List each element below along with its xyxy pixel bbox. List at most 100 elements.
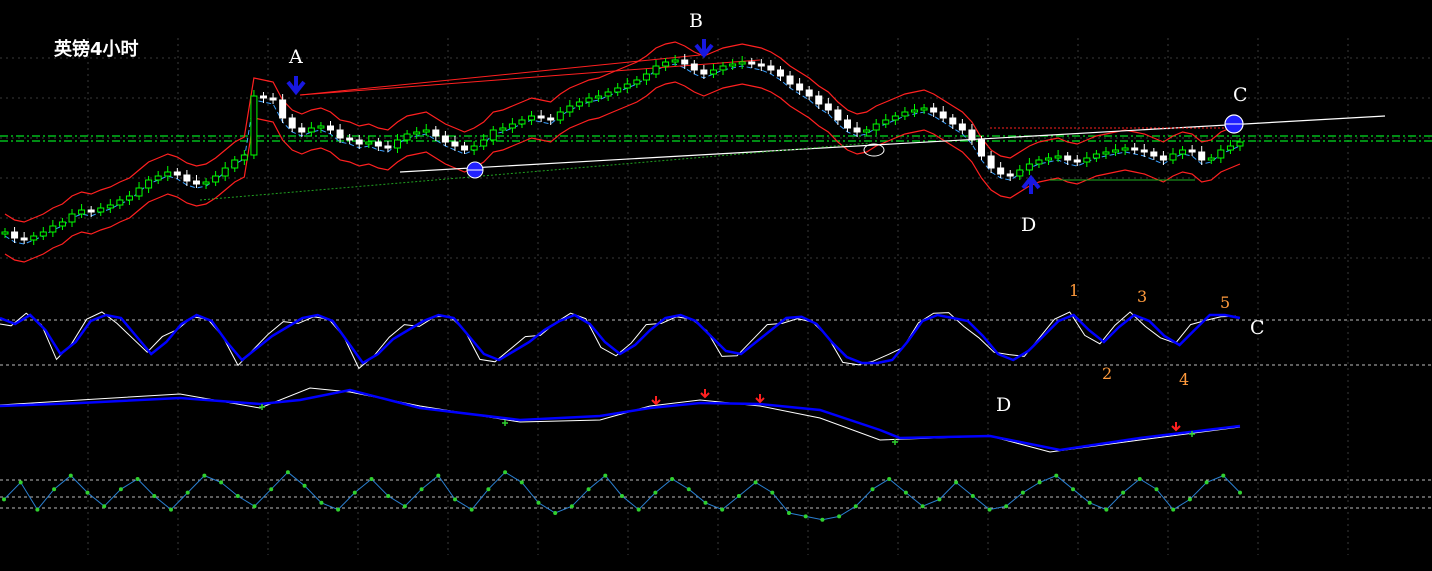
candle-body [307,127,315,133]
rsi-point [1137,477,1142,481]
rsi-point [536,500,541,505]
candle-body [853,127,861,133]
rsi-point [703,500,708,505]
candle-body [30,235,38,241]
rsi-point [970,494,975,498]
point-label-b: B [689,10,703,32]
rsi-point [453,497,457,502]
rsi-point [753,480,758,485]
candle-body [834,109,842,121]
rsi-point [787,511,791,515]
candle-body [240,154,248,161]
candle-body [776,69,784,77]
rsi-point [486,487,491,492]
rsi-point [686,487,691,492]
candle-body [920,107,928,111]
candle-body [432,129,440,137]
point-label-d: D [1021,214,1036,236]
candle-body [805,89,813,97]
rsi-point [219,480,224,485]
rsi-point [736,494,741,498]
rsi-point [954,480,959,485]
rsi-point [35,507,40,512]
rsi-point [1204,480,1209,485]
candle-body [815,95,823,105]
rsi-point [553,511,558,515]
candle-body [1112,149,1120,153]
candle-body [949,117,957,125]
candle-body [528,115,536,121]
candle-body [958,123,966,131]
candle-body [910,109,918,113]
candle-body [355,139,363,145]
candle-body [1179,149,1187,155]
candle-body [470,145,478,151]
rsi-point [670,477,675,481]
rsi-point [603,473,608,478]
candle-body [1016,169,1024,177]
candle-body [518,119,526,125]
candle-body [537,115,545,119]
candle-body [87,209,95,213]
candle-body [11,231,19,239]
candle-body [891,115,899,121]
candle-body [49,225,57,233]
rsi-point [336,507,341,512]
candle-body [125,195,133,201]
candle-body [652,65,660,75]
rsi-point [503,470,508,475]
candle-body [365,141,373,145]
rsi-point [1071,487,1075,492]
candle-body [1198,151,1206,161]
candle-body [796,83,804,91]
rsi-point [1221,473,1226,478]
candle-body [403,133,411,141]
rsi-point [920,504,925,509]
rsi-point [837,514,842,519]
rsi-point [469,507,474,512]
candle-body [1035,159,1043,165]
chart-title: 英镑4小时 [53,38,139,60]
point-label-c: C [1233,84,1248,106]
rsi-point [269,487,274,492]
rsi-point [820,517,825,522]
candle-body [843,119,851,129]
candle-body [327,125,335,131]
rsi-point [1187,497,1192,502]
wave-label-5: 5 [1220,293,1230,312]
candle-body [192,180,200,185]
candle-body [441,135,449,143]
candle-body [288,117,296,129]
rsi-point [369,477,374,481]
candle-body [623,83,631,89]
candle-body [1131,147,1139,151]
point-label-a: A [288,46,303,68]
candle-body [1217,149,1225,159]
oscillator-label-c: C [1250,317,1265,339]
rsi-point [1238,490,1242,495]
rsi-point [636,507,641,512]
candle-body [585,97,593,103]
candle-body [145,179,153,189]
rsi-point [1087,500,1092,505]
candle-body [662,61,670,67]
rsi-point [1020,490,1025,495]
candle-body [116,199,124,206]
rsi-point [519,480,524,485]
candle-body [633,79,641,85]
candle-body [1159,155,1167,161]
rsi-point [52,487,57,492]
candle-body [135,187,143,197]
candle-body [997,167,1005,175]
wave-label-2: 2 [1102,364,1112,383]
rsi-point [235,494,240,498]
forex-chart: 英镑4小时 A B C D 1 2 3 4 5 C D [0,0,1432,571]
candle-body [1064,155,1072,161]
candle-body [709,69,717,75]
candle-body [1150,151,1158,157]
candle-body [384,145,392,149]
rsi-point [319,500,324,505]
rsi-point [352,490,357,495]
rsi-point [569,504,574,509]
rsi-point [720,507,725,512]
